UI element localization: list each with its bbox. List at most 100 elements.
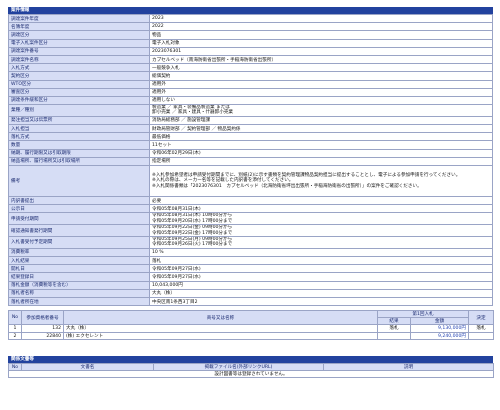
info-row: 入札結果 落札 <box>8 255 493 266</box>
page-root: 案件情報 調達案件年度 2023 名簿年度 2022 調達区分 物品 電子入札案件区分 電子入… <box>8 7 494 379</box>
info-value: 10 % <box>149 247 493 258</box>
info-value: カプセルベッド（南海防衛省出張所・手稲海防衛省出張所） <box>149 54 493 65</box>
col-no: No <box>8 310 22 326</box>
info-label: 確認通知書発行期間 <box>8 224 150 237</box>
info-row: WTO区分 適用外 <box>8 79 493 89</box>
info-row: 調達案件名称 カプセルベッド（南海防衛省出張所・手稲海防衛省出張所） <box>8 54 493 65</box>
info-row: 業種／種別 製造業 ／ 家具・装備品製造業 または 卸小売業 ／ 家具・建具・什器卸… <box>8 104 493 117</box>
info-label: 落札者名称 <box>8 288 150 298</box>
info-label: 発注担当又は伝票所 <box>8 115 150 126</box>
info-row: 確認通知書発行期間 令和05年09月22日(金) 09時00分から 令和05年09月… <box>8 224 493 237</box>
docs-section-header: 関係文書等 <box>8 356 493 364</box>
info-row: 落札者名称 大丸（株） <box>8 288 493 298</box>
info-value-line: 2023076301 <box>152 48 182 54</box>
info-label: 調達案件番号 <box>8 46 150 56</box>
info-value-line: 財政局管財部 ／ 契約管理部 ／ 物品契約係 <box>152 126 241 132</box>
info-label: 備考 <box>8 165 150 197</box>
info-value-line: 11セット <box>152 143 172 149</box>
info-row: 開札日 令和05年09月27日(水) <box>8 264 493 274</box>
info-value-line: 物品 <box>152 32 162 38</box>
result-reg-no: 132 <box>21 324 64 333</box>
info-value-line: 落札 <box>152 258 162 264</box>
result-decision <box>468 331 494 341</box>
info-value: 落札 <box>149 255 493 266</box>
info-value-line: 令和05年08月31日(木) <box>152 206 201 212</box>
info-value: 令和05年08月31日(木) <box>149 204 493 214</box>
info-value-line: 中央区南1条西3丁目2 <box>152 299 198 305</box>
info-value: 2023076301 <box>149 46 493 56</box>
result-amount: 9,130,000円 <box>410 324 469 333</box>
info-row: 内訳書提出 必要 <box>8 195 493 206</box>
info-label: 契約区分 <box>8 71 150 81</box>
info-row: 消費税率 10 % <box>8 247 493 258</box>
info-value-line: 令和06年02月29日(木) <box>152 151 201 157</box>
result-row: 2 22840 (株) エクセレント 9,240,000円 <box>8 331 494 341</box>
info-label: 名簿年度 <box>8 22 150 32</box>
info-label: 調達区分 <box>8 30 150 40</box>
info-value: 一般競争入札 <box>149 63 493 73</box>
info-row: 公示日 令和05年08月31日(木) <box>8 204 493 214</box>
info-row: 入札方式 一般競争入札 <box>8 63 493 73</box>
info-value-line: 一般競争入札 <box>152 65 180 71</box>
col-round-1: 第1回入札 <box>377 310 469 319</box>
info-value: 10,043,000円 <box>149 280 493 290</box>
docs-table: No 文書名 掲載ファイル名(外部リンクURL) 説明 設計図書等は登録されてい… <box>8 363 494 379</box>
info-value: ※入札参加希望者は申請受付期間までに、別紙(2)に示す書類を契約管理課物品契約担… <box>149 165 493 197</box>
info-value: 物品 <box>149 30 493 40</box>
result-amount: 9,240,000円 <box>410 331 469 341</box>
info-row: 電子入札案件区分 電子入札対象 <box>8 38 493 48</box>
info-label: 納品場所、履行場所又は引取場所 <box>8 156 150 167</box>
info-value-line: 卸小売業 ／ 家具・建具・什器卸小売業 <box>152 110 234 116</box>
result-status: 落札 <box>377 324 411 333</box>
info-value: 2023 <box>149 13 493 24</box>
info-value: 中央区南1条西3丁目2 <box>149 296 493 307</box>
info-row: 落札者所在地 中央区南1条西3丁目2 <box>8 296 493 307</box>
info-value: 令和06年02月29日(木) <box>149 148 493 158</box>
info-value: 消防局総務部 ／ 施設管理課 <box>149 115 493 126</box>
info-value: 令和05年09月25日(月) 09時00分から 令和05年09月26日(火) 17… <box>149 236 493 249</box>
info-value-line: 大丸（株） <box>152 291 175 297</box>
info-row: 調達条件緩和区分 適用しない <box>8 95 493 106</box>
result-name: 大丸（株） <box>63 324 378 333</box>
info-row: 調達案件番号 2023076301 <box>8 46 493 56</box>
col-result: 結果 <box>377 317 411 326</box>
info-label: 申請受付期間 <box>8 212 150 226</box>
info-label: 落札方式 <box>8 132 150 142</box>
info-value-line: 2022 <box>152 24 164 30</box>
docs-col-doc: 文書名 <box>21 363 154 372</box>
info-value-line: ※入札関係書類は「2023076301 カプセルベッド（北海防衛省坪出出張所・手… <box>152 183 422 189</box>
info-value-line: 10 % <box>152 249 164 255</box>
info-label: 消費税率 <box>8 247 150 258</box>
info-label: 電子入札案件区分 <box>8 38 150 48</box>
info-value: 大丸（株） <box>149 288 493 298</box>
info-label: 落札者所在地 <box>8 296 150 307</box>
info-label: 入札方式 <box>8 63 150 73</box>
info-table: 調達案件年度 2023 名簿年度 2022 調達区分 物品 電子入札案件区分 電子入札対象 調達… <box>8 13 493 307</box>
info-value: 令和05年09月22日(金) 09時00分から 令和05年09月22日(金) 17… <box>149 224 493 237</box>
info-value: 電子入札対象 <box>149 38 493 48</box>
info-value: 適用外 <box>149 79 493 89</box>
info-label: 開札日 <box>8 264 150 274</box>
info-row: 入札書受付予定期間 令和05年09月25日(月) 09時00分から 令和05年09月… <box>8 236 493 249</box>
info-row: 納品場所、履行場所又は引取場所 指定場所 <box>8 156 493 167</box>
docs-col-note: 説明 <box>323 363 494 372</box>
col-name: 商号又は名称 <box>63 310 378 326</box>
info-label: 入札結果 <box>8 255 150 266</box>
info-row: 申請受付期間 令和05年08月31日(木) 10時00分から 令和05年09月20日… <box>8 212 493 226</box>
info-value: 必要 <box>149 195 493 206</box>
info-value: 総価契約 <box>149 71 493 81</box>
info-row: 発注担当又は伝票所 消防局総務部 ／ 施設管理課 <box>8 115 493 126</box>
col-decision: 決定 <box>468 310 494 326</box>
info-label: 調達条件緩和区分 <box>8 95 150 106</box>
info-value-line: 最低価格 <box>152 134 171 140</box>
info-label: 落札金額（消費税等を含む） <box>8 280 150 290</box>
info-row: 備考 ※入札参加希望者は申請受付期間までに、別紙(2)に示す書類を契約管理課物品契… <box>8 165 493 197</box>
info-value: 適用しない <box>149 95 493 106</box>
info-label: WTO区分 <box>8 79 150 89</box>
info-value-line: 2023 <box>152 16 164 22</box>
info-value-line: 適用外 <box>152 82 166 88</box>
info-label: 納期、履行期限又は引取期限 <box>8 148 150 158</box>
info-value: 2022 <box>149 22 493 32</box>
info-value: 令和05年09月27日(水) <box>149 264 493 274</box>
info-value: 11セット <box>149 140 493 150</box>
